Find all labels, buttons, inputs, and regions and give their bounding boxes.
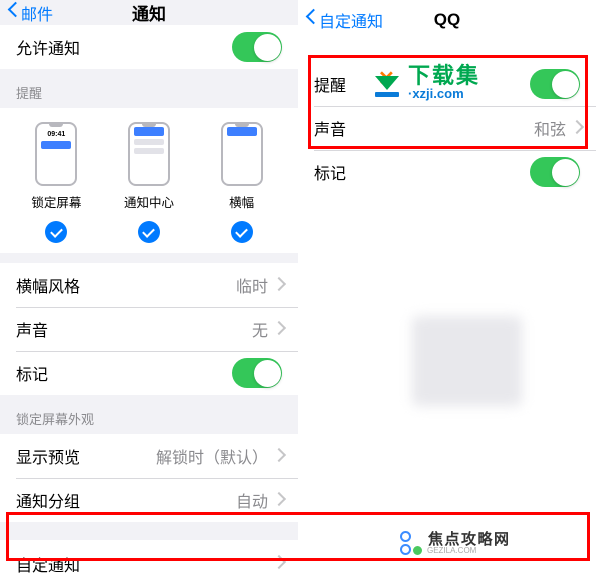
- allow-notifications-label: 允许通知: [16, 35, 80, 59]
- customize-notifications-row[interactable]: 自定通知: [0, 540, 298, 587]
- banner-style-row[interactable]: 横幅风格 临时: [0, 263, 298, 307]
- customize-label: 自定通知: [16, 552, 80, 576]
- badge-row[interactable]: 标记: [0, 351, 298, 395]
- badge-label: 标记: [16, 361, 48, 385]
- badge-toggle[interactable]: [232, 358, 282, 388]
- reminder-label: 提醒: [314, 72, 346, 96]
- watermark-xzji: ✕ 下载集 ·xzji.com: [370, 65, 480, 100]
- alert-style-banner[interactable]: 横幅: [196, 122, 288, 211]
- chevron-left-icon: [8, 4, 19, 22]
- alert-styles-group: 09:41 锁定屏幕 通知中心: [0, 108, 298, 253]
- badge-row[interactable]: 标记: [298, 150, 596, 194]
- grouping-label: 通知分组: [16, 488, 80, 512]
- chevron-left-icon: [306, 11, 317, 29]
- back-button[interactable]: 自定通知: [306, 8, 383, 32]
- sound-label: 声音: [16, 317, 48, 341]
- allow-notifications-toggle[interactable]: [232, 32, 282, 62]
- back-button[interactable]: 邮件: [8, 1, 53, 25]
- phone-icon: [128, 122, 170, 186]
- sound-label: 声音: [314, 116, 346, 140]
- chevron-right-icon: [572, 122, 580, 135]
- section-reminders: 提醒: [0, 69, 298, 108]
- blurred-region: [412, 316, 522, 406]
- check-icon[interactable]: [231, 221, 253, 243]
- chevron-right-icon: [274, 323, 282, 336]
- check-icon[interactable]: [138, 221, 160, 243]
- chevron-right-icon: [274, 557, 282, 570]
- chevron-right-icon: [274, 450, 282, 463]
- back-label: 邮件: [21, 1, 53, 25]
- show-previews-row[interactable]: 显示预览 解锁时（默认）: [0, 434, 298, 478]
- page-title: QQ: [434, 10, 460, 30]
- alert-style-lock-screen[interactable]: 09:41 锁定屏幕: [10, 122, 102, 211]
- notification-grouping-row[interactable]: 通知分组 自动: [0, 478, 298, 522]
- phone-icon: [221, 122, 263, 186]
- download-icon: ✕: [370, 66, 404, 100]
- banner-style-label: 横幅风格: [16, 273, 80, 297]
- reminder-toggle[interactable]: [530, 69, 580, 99]
- logo-icon: [400, 531, 422, 555]
- page-title: 通知: [132, 0, 166, 25]
- check-icon[interactable]: [45, 221, 67, 243]
- chevron-right-icon: [274, 494, 282, 507]
- allow-notifications-row[interactable]: 允许通知: [0, 25, 298, 69]
- nav-bar: 自定通知 QQ: [298, 0, 596, 40]
- chevron-right-icon: [274, 279, 282, 292]
- sound-row[interactable]: 声音 和弦: [298, 106, 596, 150]
- nav-bar: 邮件 通知: [0, 0, 298, 25]
- show-previews-label: 显示预览: [16, 444, 80, 468]
- watermark-gezila: 焦点攻略网 GEZILA.COM: [400, 531, 511, 555]
- phone-icon: 09:41: [35, 122, 77, 186]
- left-pane: 邮件 通知 允许通知 提醒 09:41 锁定屏幕: [0, 0, 298, 575]
- badge-label: 标记: [314, 160, 346, 184]
- badge-toggle[interactable]: [530, 157, 580, 187]
- alert-style-notification-center[interactable]: 通知中心: [103, 122, 195, 211]
- section-lockscreen: 锁定屏幕外观: [0, 395, 298, 434]
- sound-row[interactable]: 声音 无: [0, 307, 298, 351]
- back-label: 自定通知: [319, 8, 383, 32]
